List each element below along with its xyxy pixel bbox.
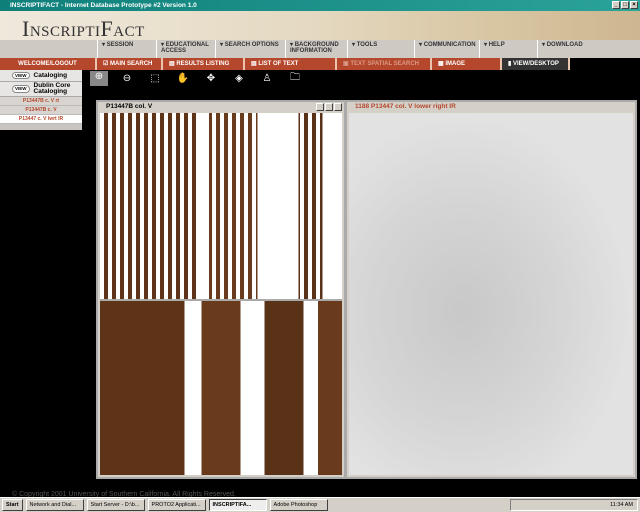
minimize-button[interactable]	[316, 103, 324, 111]
close-button[interactable]	[334, 103, 342, 111]
tag-icon[interactable]: ◈	[230, 73, 248, 84]
taskbar-item[interactable]: PROTO2 Applicati...	[147, 499, 206, 511]
menu-session[interactable]: ▾ SESSION	[97, 40, 156, 58]
image-toolbar: ⊕ ⊖ ⬚ ✋ ✥ ◈ ♙ 🗀	[88, 70, 640, 87]
menu-educational-access[interactable]: ▾ EDUCATIONAL ACCESS	[156, 40, 215, 58]
tab-image-results[interactable]: ▦ IMAGE RESULTS	[432, 58, 502, 79]
sidebar: VIEW Cataloging VIEW Dublin Core Catalogin…	[0, 70, 82, 130]
hand-pan-icon[interactable]: ✋	[174, 73, 192, 84]
zoom-out-icon[interactable]: ⊖	[118, 73, 136, 84]
maximize-button[interactable]: □	[621, 1, 629, 9]
select-rect-icon[interactable]: ⬚	[146, 73, 164, 84]
tab-list-of-text-divisions[interactable]: ▤ LIST OF TEXT DIVISIONS	[245, 58, 337, 79]
image-window[interactable]: 1188 P13447 col. V lower right IR	[345, 100, 637, 479]
tab-text-spatial-search[interactable]: ▣ TEXT SPATIAL SEARCH	[337, 58, 432, 70]
person-icon[interactable]: ♙	[258, 73, 276, 84]
taskbar-item[interactable]: Start Server - D:\b...	[86, 499, 145, 511]
maximize-button[interactable]	[325, 103, 333, 111]
start-button[interactable]: Start	[2, 499, 23, 511]
move-icon[interactable]: ✥	[202, 73, 220, 84]
taskbar: Start Network and Dial... Start Server -…	[0, 497, 640, 512]
window-title: P13447B col. V	[106, 103, 153, 110]
logo: InscriptiFact	[22, 16, 145, 41]
sidebar-cataloging[interactable]: VIEW Cataloging	[0, 70, 82, 82]
sidebar-item[interactable]: P13447B c. V rt	[0, 97, 82, 106]
tab-main-search[interactable]: ☑ MAIN SEARCH	[97, 58, 163, 70]
close-button[interactable]: ×	[630, 1, 638, 9]
zoom-in-icon[interactable]: ⊕	[90, 71, 108, 86]
system-tray: 11:34 AM	[510, 499, 638, 511]
tab-welcome-logout[interactable]: WELCOME/LOGOUT	[0, 58, 97, 70]
window-title: 1188 P13447 col. V lower right IR	[355, 103, 456, 110]
window-title-bar: INSCRIPTIFACT - Internet Database Protot…	[0, 0, 640, 11]
window-title: INSCRIPTIFACT - Internet Database Protot…	[10, 2, 197, 9]
menu-download[interactable]: ▾ DOWNLOAD	[537, 40, 607, 58]
menu-tools[interactable]: ▾ TOOLS	[347, 40, 414, 58]
image-window[interactable]: P13447B col. V	[96, 100, 346, 479]
tab-results-listing[interactable]: ▤ RESULTS LISTING	[163, 58, 245, 70]
infrared-image	[349, 113, 633, 475]
papyrus-image	[100, 299, 342, 475]
sidebar-item[interactable]: P13447B c. V	[0, 106, 82, 115]
sidebar-dublin-core[interactable]: VIEW Dublin Core Cataloging	[0, 82, 82, 97]
folder-icon[interactable]: 🗀	[286, 70, 304, 87]
taskbar-item[interactable]: INSCRIPTIFA...	[208, 499, 267, 511]
tab-view-desktop[interactable]: ▮ VIEW/DESKTOP	[502, 58, 570, 70]
minimize-button[interactable]: _	[612, 1, 620, 9]
menu-help[interactable]: ▾ HELP	[479, 40, 537, 58]
clock: 11:34 AM	[610, 502, 633, 508]
view-button[interactable]: VIEW	[12, 85, 30, 93]
taskbar-item[interactable]: Adobe Photoshop	[269, 499, 328, 511]
menu-background-information[interactable]: ▾ BACKGROUND INFORMATION	[285, 40, 347, 58]
menu-communication[interactable]: ▾ COMMUNICATION	[414, 40, 479, 58]
menu-search-options[interactable]: ▾ SEARCH OPTIONS	[215, 40, 285, 58]
papyrus-image	[100, 113, 342, 299]
view-button[interactable]: VIEW	[12, 72, 30, 79]
sidebar-item[interactable]: P13447 c. V lwrt IR	[0, 115, 82, 124]
taskbar-item[interactable]: Network and Dial...	[25, 499, 84, 511]
main-menu: ▾ SESSION ▾ EDUCATIONAL ACCESS ▾ SEARCH …	[0, 40, 640, 58]
tab-bar: WELCOME/LOGOUT ☑ MAIN SEARCH ▤ RESULTS L…	[0, 58, 640, 79]
